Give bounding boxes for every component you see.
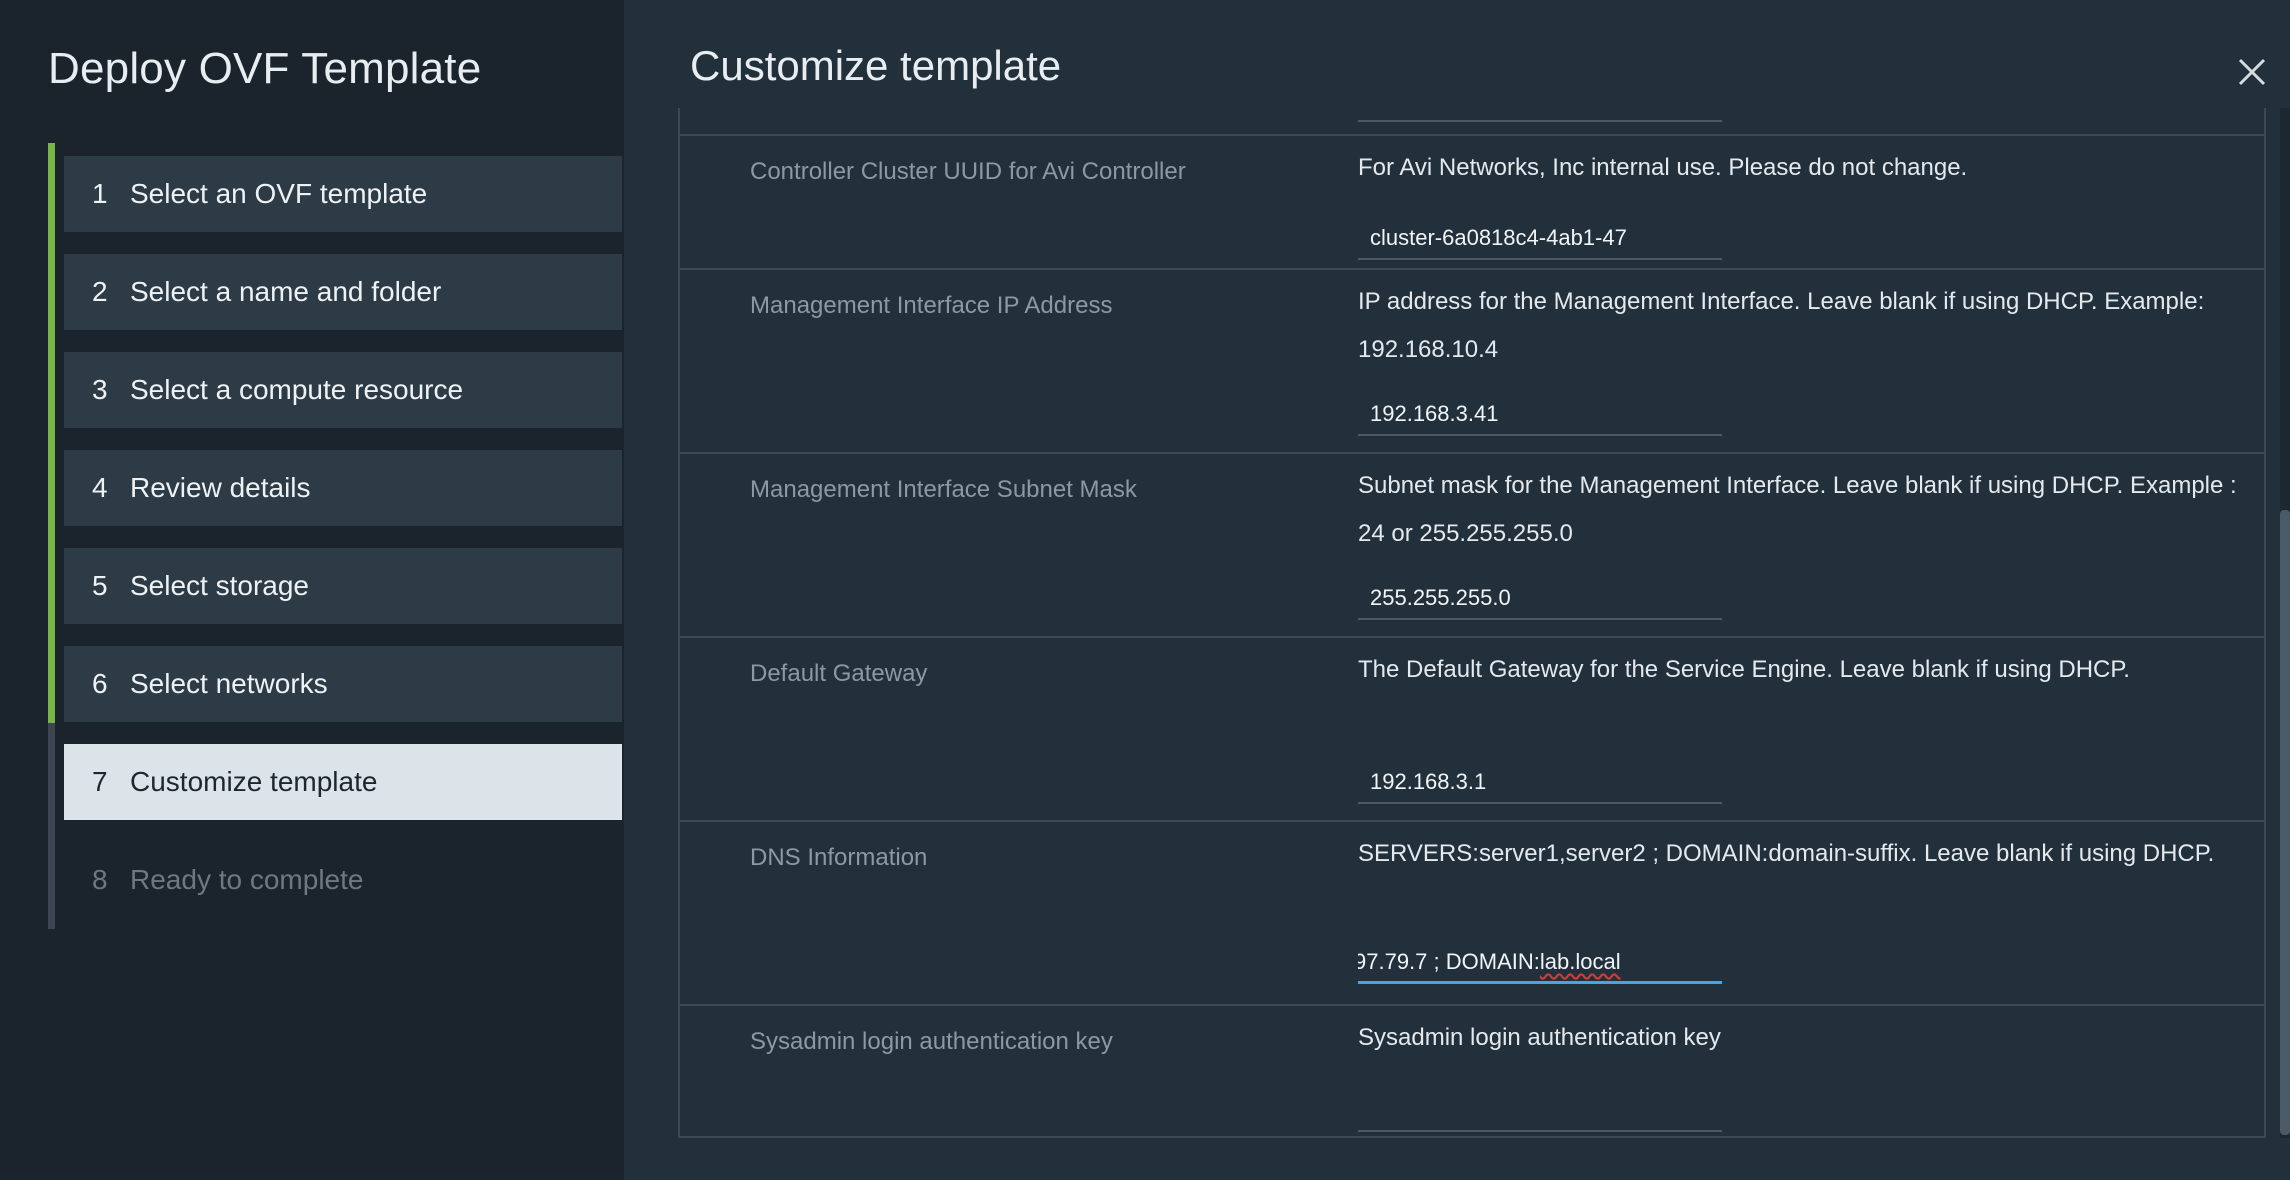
property-label: Management Interface Subnet Mask: [750, 476, 1137, 503]
deploy-ovf-wizard: Deploy OVF Template 1 Select an OVF temp…: [0, 0, 2290, 1180]
mgmt-ip-input[interactable]: [1358, 394, 1722, 436]
property-label: Default Gateway: [750, 660, 928, 687]
property-description: Sysadmin login authentication key: [1358, 1024, 1721, 1051]
step-number: 3: [92, 374, 108, 405]
step-number: 8: [92, 864, 108, 895]
cluster-uuid-input[interactable]: [1358, 218, 1722, 260]
property-row-sysadmin-key: Sysadmin login authentication key Sysadm…: [680, 1006, 2264, 1136]
step-select-ovf-template[interactable]: 1 Select an OVF template: [64, 156, 622, 232]
step-label: Select storage: [130, 570, 309, 601]
step-number: 1: [92, 178, 108, 209]
step-select-compute-resource[interactable]: 3 Select a compute resource: [64, 352, 622, 428]
property-description: For Avi Networks, Inc internal use. Plea…: [1358, 154, 1968, 181]
property-row-default-gateway: Default Gateway The Default Gateway for …: [680, 638, 2264, 822]
property-description: The Default Gateway for the Service Engi…: [1358, 656, 2130, 683]
step-label: Select a name and folder: [130, 276, 442, 307]
property-label: DNS Information: [750, 844, 928, 871]
step-number: 7: [92, 766, 108, 797]
partial-input[interactable]: [1358, 108, 1722, 122]
step-number: 6: [92, 668, 108, 699]
property-row-subnet-mask: Management Interface Subnet Mask Subnet …: [680, 454, 2264, 638]
property-row-cluster-uuid: Controller Cluster UUID for Avi Controll…: [680, 136, 2264, 270]
progress-fill: [48, 143, 55, 723]
wizard-sidebar: Deploy OVF Template 1 Select an OVF temp…: [0, 0, 624, 1180]
property-description: IP address for the Management Interface.…: [1358, 288, 2205, 363]
property-row-dns: DNS Information SERVERS:server1,server2 …: [680, 822, 2264, 1006]
close-button[interactable]: [2232, 52, 2272, 92]
properties-list[interactable]: Controller Cluster UUID for Avi Controll…: [678, 108, 2266, 1138]
step-label: Ready to complete: [130, 864, 364, 895]
step-select-storage[interactable]: 5 Select storage: [64, 548, 622, 624]
sysadmin-key-input[interactable]: [1358, 1090, 1722, 1132]
dns-input[interactable]: 97.79.7 ; DOMAIN:lab.local: [1358, 942, 1722, 984]
step-number: 5: [92, 570, 108, 601]
close-icon: [2238, 58, 2266, 86]
step-select-name-folder[interactable]: 2 Select a name and folder: [64, 254, 622, 330]
subnet-mask-input[interactable]: [1358, 578, 1722, 620]
dns-input-value: 97.79.7 ; DOMAIN:lab.local: [1358, 949, 1621, 974]
property-description: Subnet mask for the Management Interface…: [1358, 472, 2237, 547]
property-row-mgmt-ip: Management Interface IP Address IP addre…: [680, 270, 2264, 454]
step-ready-to-complete: 8 Ready to complete: [64, 842, 622, 918]
step-review-details[interactable]: 4 Review details: [64, 450, 622, 526]
wizard-title: Deploy OVF Template: [48, 44, 482, 93]
step-number: 4: [92, 472, 108, 503]
page-title: Customize template: [690, 42, 1062, 89]
main-header: Customize template: [624, 0, 2290, 108]
step-label: Select a compute resource: [130, 374, 464, 405]
property-description: SERVERS:server1,server2 ; DOMAIN:domain-…: [1358, 840, 2215, 867]
main-panel: Customize template Controller Cluster UU…: [624, 0, 2290, 1180]
property-row-partial: [680, 108, 2264, 136]
property-label: Sysadmin login authentication key: [750, 1028, 1113, 1055]
step-select-networks[interactable]: 6 Select networks: [64, 646, 622, 722]
step-customize-template[interactable]: 7 Customize template: [64, 744, 622, 820]
property-label: Management Interface IP Address: [750, 292, 1113, 319]
step-number: 2: [92, 276, 108, 307]
scrollbar-thumb[interactable]: [2280, 510, 2290, 1135]
default-gateway-input[interactable]: [1358, 762, 1722, 804]
step-label: Customize template: [130, 766, 378, 797]
step-label: Review details: [130, 472, 311, 503]
property-label: Controller Cluster UUID for Avi Controll…: [750, 158, 1186, 185]
step-label: Select networks: [130, 668, 328, 699]
step-label: Select an OVF template: [130, 178, 428, 209]
